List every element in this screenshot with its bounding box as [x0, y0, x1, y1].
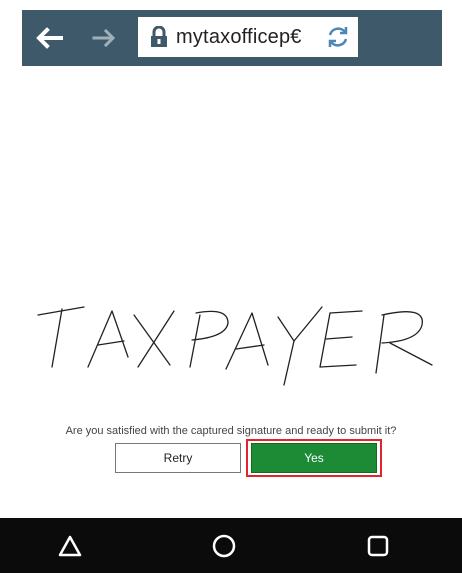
browser-toolbar: mytaxofficep€: [22, 10, 442, 66]
signature-image: [37, 306, 433, 386]
lock-icon: [146, 17, 172, 57]
url-text: mytaxofficep€: [176, 25, 302, 48]
arrow-left-icon: [36, 27, 63, 49]
circle-home-icon: [212, 534, 236, 558]
reload-icon: [328, 27, 348, 47]
back-button[interactable]: [34, 24, 64, 52]
system-recents-button[interactable]: [358, 528, 398, 564]
forward-button[interactable]: [90, 24, 120, 52]
system-home-button[interactable]: [204, 528, 244, 564]
retry-button[interactable]: Retry: [115, 443, 241, 473]
yes-button[interactable]: Yes: [251, 443, 377, 473]
android-navigation-bar: [0, 518, 462, 573]
reload-button[interactable]: [324, 23, 352, 51]
address-bar[interactable]: mytaxofficep€: [138, 17, 358, 57]
system-back-button[interactable]: [50, 528, 90, 564]
triangle-back-icon: [58, 535, 82, 557]
arrow-right-icon: [92, 28, 116, 48]
square-recents-icon: [367, 535, 389, 557]
confirmation-prompt: Are you satisfied with the captured sign…: [65, 425, 397, 437]
